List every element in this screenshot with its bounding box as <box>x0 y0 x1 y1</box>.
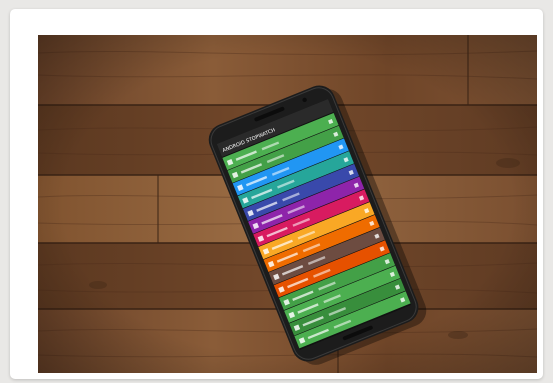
photo-canvas: ANDROID STOPWATCH <box>38 35 537 373</box>
image-card: ANDROID STOPWATCH <box>10 9 543 379</box>
product-photo: ANDROID STOPWATCH <box>38 35 537 373</box>
